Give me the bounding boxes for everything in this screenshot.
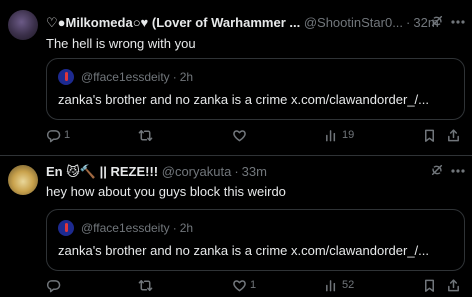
- separator-dot: ·: [406, 15, 411, 30]
- quoted-text: zanka's brother and no zanka is a crime …: [58, 243, 429, 258]
- display-name[interactable]: En 😼🔨 || REZE!!!: [46, 164, 158, 179]
- timestamp[interactable]: 33m: [242, 164, 267, 179]
- bookmark-button[interactable]: [422, 126, 437, 144]
- views-icon: [326, 279, 336, 291]
- handle[interactable]: @coryakuta: [162, 164, 232, 179]
- share-button[interactable]: [446, 276, 461, 294]
- quoted-text: zanka's brother and no zanka is a crime …: [58, 92, 429, 107]
- reply-icon: [46, 279, 61, 292]
- like-icon: [233, 279, 246, 291]
- reply-count: 1: [64, 129, 71, 141]
- more-icon[interactable]: [450, 14, 466, 30]
- handle[interactable]: @ShootinStar0...: [304, 15, 403, 30]
- post[interactable]: En 😼🔨 || REZE!!! @coryakuta · 33m hey how …: [0, 155, 472, 297]
- quoted-handle: @fface1essdeity: [81, 70, 170, 84]
- like-icon: [233, 129, 246, 141]
- post-text: hey how about you guys block this weirdo: [46, 184, 286, 199]
- share-icon: [448, 128, 459, 141]
- quoted-post[interactable]: @fface1essdeity · 2h zanka's brother and n…: [46, 209, 465, 271]
- quoted-timestamp: 2h: [179, 70, 194, 84]
- post-text: The hell is wrong with you: [46, 36, 196, 51]
- action-bar: 1 19: [46, 126, 464, 144]
- action-bar: 1 52: [46, 276, 464, 294]
- reply-icon: [46, 129, 61, 142]
- like-button[interactable]: [232, 126, 250, 144]
- avatar[interactable]: [8, 10, 38, 40]
- separator-dot: ·: [172, 70, 177, 84]
- repost-button[interactable]: [138, 126, 156, 144]
- share-icon: [448, 278, 459, 291]
- more-icon[interactable]: [450, 163, 466, 179]
- quoted-header: @fface1essdeity · 2h: [81, 221, 193, 235]
- post-header: ♡●Milkomeda○♥ (Lover of Warhammer ... @S…: [46, 15, 442, 33]
- grok-icon[interactable]: [430, 163, 444, 177]
- avatar[interactable]: [8, 165, 38, 195]
- repost-icon: [138, 129, 153, 141]
- views-count: 19: [342, 129, 355, 141]
- separator-dot: ·: [172, 221, 177, 235]
- reply-button[interactable]: 1: [46, 126, 70, 144]
- share-button[interactable]: [446, 126, 461, 144]
- like-button[interactable]: 1: [232, 276, 256, 294]
- like-count: 1: [250, 279, 257, 291]
- views-button[interactable]: 19: [324, 126, 354, 144]
- bookmark-icon: [425, 129, 434, 142]
- quoted-handle: @fface1essdeity: [81, 221, 170, 235]
- post-header: En 😼🔨 || REZE!!! @coryakuta · 33m: [46, 164, 442, 182]
- quoted-avatar: [58, 220, 74, 236]
- quoted-post[interactable]: @fface1essdeity · 2h zanka's brother and n…: [46, 58, 465, 120]
- quoted-avatar: [58, 69, 74, 85]
- bookmark-button[interactable]: [422, 276, 437, 294]
- bookmark-icon: [425, 279, 434, 292]
- views-count: 52: [342, 279, 355, 291]
- grok-icon[interactable]: [430, 14, 444, 28]
- post[interactable]: ♡●Milkomeda○♥ (Lover of Warhammer ... @S…: [0, 0, 472, 155]
- reply-button[interactable]: [46, 276, 64, 294]
- display-name[interactable]: ♡●Milkomeda○♥ (Lover of Warhammer ...: [46, 15, 300, 30]
- separator-dot: ·: [234, 164, 239, 179]
- quoted-timestamp: 2h: [179, 221, 194, 235]
- views-button[interactable]: 52: [324, 276, 354, 294]
- repost-icon: [138, 279, 153, 291]
- views-icon: [326, 129, 336, 141]
- repost-button[interactable]: [138, 276, 156, 294]
- quoted-header: @fface1essdeity · 2h: [81, 70, 193, 84]
